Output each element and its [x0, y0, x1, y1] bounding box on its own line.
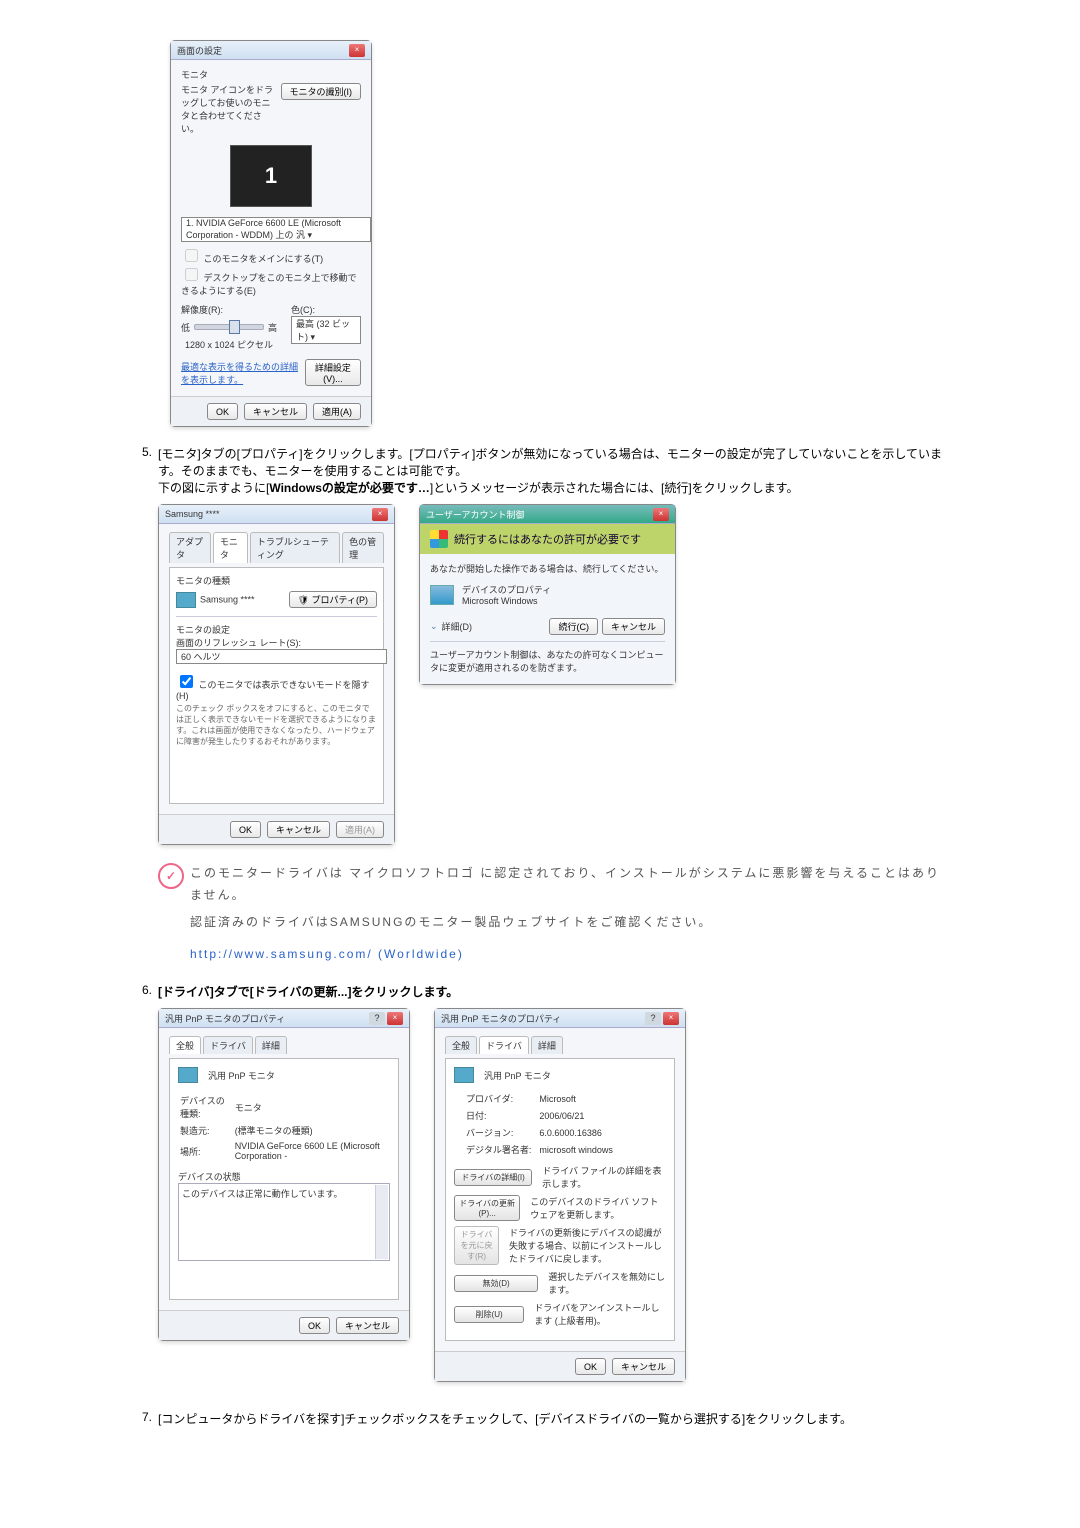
apply-button[interactable]: 適用(A): [336, 821, 384, 838]
uninstall-button[interactable]: 削除(U): [454, 1306, 524, 1323]
titlebar: 画面の設定 ×: [171, 41, 371, 60]
step-6: 6. [ドライバ]タブで[ドライバの更新...]をクリックします。 汎用 PnP…: [130, 983, 950, 1382]
dialog-title: Samsung ****: [165, 509, 220, 519]
slider-high: 高: [268, 321, 277, 334]
resolution-value: 1280 x 1024 ピクセル: [181, 338, 277, 351]
shield-icon: [430, 530, 448, 548]
step-text: [コンピュータからドライバを探す]チェックボックスをチェックして、[デバイスドラ…: [158, 1412, 852, 1426]
uac-line1: あなたが開始した操作である場合は、続行してください。: [430, 562, 665, 575]
step-text: [ドライバ]タブで[ドライバの更新...]をクリックします。: [158, 985, 458, 999]
monitor-number: 1: [265, 163, 277, 189]
tab-general[interactable]: 全般: [445, 1036, 477, 1054]
cancel-button[interactable]: キャンセル: [336, 1317, 399, 1334]
main-monitor-checkbox[interactable]: このモニタをメインにする(T): [181, 254, 323, 264]
note-line1: このモニタードライバは マイクロソフトロゴ に認定されており、インストールがシス…: [190, 863, 950, 906]
monitor-icon: [454, 1067, 474, 1083]
step-7: 7. [コンピュータからドライバを探す]チェックボックスをチェックして、[デバイ…: [130, 1410, 950, 1427]
status-textbox: このデバイスは正常に動作しています。: [178, 1183, 390, 1261]
tab-driver[interactable]: ドライバ: [479, 1036, 529, 1054]
resolution-slider[interactable]: [194, 324, 264, 330]
scrollbar[interactable]: [375, 1185, 388, 1259]
ok-button[interactable]: OK: [207, 403, 238, 420]
hide-modes-checkbox[interactable]: このモニタでは表示できないモードを隠す(H): [176, 680, 370, 701]
tab-adapter[interactable]: アダプタ: [169, 532, 211, 563]
step-number: 6.: [130, 983, 158, 1382]
advanced-settings-button[interactable]: 詳細設定(V)...: [305, 359, 361, 386]
close-icon[interactable]: ×: [372, 508, 388, 521]
apply-button[interactable]: 適用(A): [313, 403, 361, 420]
check-icon: ✓: [158, 863, 184, 889]
tab-general[interactable]: 全般: [169, 1036, 201, 1054]
best-display-link[interactable]: 最適な表示を得るための詳細を表示します。: [181, 360, 305, 386]
dialog-title: 汎用 PnP モニタのプロパティ: [165, 1012, 285, 1025]
close-icon[interactable]: ×: [653, 508, 669, 521]
disable-button[interactable]: 無効(D): [454, 1275, 538, 1292]
ok-button[interactable]: OK: [230, 821, 261, 838]
monitor-icon: [178, 1067, 198, 1083]
monitor-icon: [176, 592, 196, 608]
device-icon: [430, 585, 454, 605]
cancel-button[interactable]: キャンセル: [244, 403, 307, 420]
logo-note: ✓ このモニタードライバは マイクロソフトロゴ に認定されており、インストールが…: [130, 863, 950, 965]
monitor-preview[interactable]: 1: [230, 145, 312, 207]
pnp-properties-general: 汎用 PnP モニタのプロパティ ?× 全般 ドライバ 詳細 汎用 PnP: [158, 1008, 410, 1341]
instruction-text: モニタ アイコンをドラッグしてお使いのモニタと合わせてください。: [181, 83, 275, 135]
ok-button[interactable]: OK: [575, 1358, 606, 1375]
pnp-properties-driver: 汎用 PnP モニタのプロパティ ?× 全般 ドライバ 詳細 汎用 PnP: [434, 1008, 686, 1382]
samsung-link[interactable]: http://www.samsung.com/ (Worldwide): [190, 947, 464, 961]
tab-details[interactable]: 詳細: [255, 1036, 287, 1054]
color-dropdown[interactable]: 最高 (32 ビット) ▾: [291, 316, 361, 344]
dialog-title: 汎用 PnP モニタのプロパティ: [441, 1012, 561, 1025]
tab-strip: アダプタ モニタ トラブルシューティング 色の管理: [169, 532, 384, 563]
close-icon[interactable]: ×: [663, 1012, 679, 1025]
extend-desktop-checkbox[interactable]: デスクトップをこのモニタ上で移動できるようにする(E): [181, 273, 357, 296]
tab-color[interactable]: 色の管理: [342, 532, 384, 563]
tab-details[interactable]: 詳細: [531, 1036, 563, 1054]
cancel-button[interactable]: キャンセル: [612, 1358, 675, 1375]
display-settings-dialog: 画面の設定 × モニタ モニタ アイコンをドラッグしてお使いのモニタと合わせてく…: [170, 40, 372, 427]
uac-dialog: ユーザーアカウント制御 × 続行するにはあなたの許可が必要です あなたが開始した…: [419, 504, 676, 685]
help-icon[interactable]: ?: [645, 1012, 661, 1025]
cancel-button[interactable]: キャンセル: [602, 618, 665, 635]
monitor-selector[interactable]: 1. NVIDIA GeForce 6600 LE (Microsoft Cor…: [181, 217, 371, 242]
resolution-label: 解像度(R):: [181, 303, 277, 316]
update-driver-button[interactable]: ドライバの更新(P)...: [454, 1195, 520, 1221]
cancel-button[interactable]: キャンセル: [267, 821, 330, 838]
tab-troubleshoot[interactable]: トラブルシューティング: [250, 532, 340, 563]
step-text: [モニタ]タブの[プロパティ]をクリックします。[プロパティ]ボタンが無効になっ…: [158, 447, 942, 478]
close-icon[interactable]: ×: [349, 44, 365, 57]
close-icon[interactable]: ×: [387, 1012, 403, 1025]
section-label: モニタ: [181, 68, 361, 81]
chevron-down-icon[interactable]: ⌄: [430, 621, 438, 632]
refresh-label: 画面のリフレッシュ レート(S):: [176, 636, 377, 649]
properties-button[interactable]: 🛡 プロパティ(P): [289, 591, 377, 608]
step-number: 7.: [130, 1410, 158, 1427]
settings-label: モニタの設定: [176, 623, 377, 636]
identify-monitors-button[interactable]: モニタの識別(I): [281, 83, 362, 100]
continue-button[interactable]: 続行(C): [549, 618, 598, 635]
note-line2: 認証済みのドライバはSAMSUNGのモニター製品ウェブサイトをご確認ください。: [190, 912, 950, 934]
rollback-driver-button[interactable]: ドライバを元に戻す(R): [454, 1226, 499, 1265]
step-number: 5.: [130, 445, 158, 845]
step-5: 5. [モニタ]タブの[プロパティ]をクリックします。[プロパティ]ボタンが無効…: [130, 445, 950, 845]
help-icon[interactable]: ?: [369, 1012, 385, 1025]
tab-driver[interactable]: ドライバ: [203, 1036, 253, 1054]
refresh-dropdown[interactable]: 60 ヘルツ: [176, 649, 387, 664]
uac-header-bar: 続行するにはあなたの許可が必要です: [420, 524, 675, 554]
uac-title: ユーザーアカウント制御: [426, 508, 524, 521]
dialog-title: 画面の設定: [177, 44, 222, 57]
slider-low: 低: [181, 321, 190, 334]
driver-details-button[interactable]: ドライバの詳細(I): [454, 1169, 532, 1186]
color-label: 色(C):: [291, 303, 361, 316]
monitor-properties-dialog: Samsung **** × アダプタ モニタ トラブルシューティング 色の管理…: [158, 504, 395, 845]
uac-footer: ユーザーアカウント制御は、あなたの許可なくコンピュータに変更が適用されるのを防ぎ…: [430, 648, 665, 674]
details-button[interactable]: 詳細(D): [442, 620, 473, 633]
status-label: デバイスの状態: [178, 1170, 390, 1183]
hide-modes-note: このチェック ボックスをオフにすると、このモニタでは正しく表示できないモードを選…: [176, 703, 377, 747]
ok-button[interactable]: OK: [299, 1317, 330, 1334]
type-label: モニタの種類: [176, 574, 377, 587]
tab-monitor[interactable]: モニタ: [213, 532, 248, 563]
